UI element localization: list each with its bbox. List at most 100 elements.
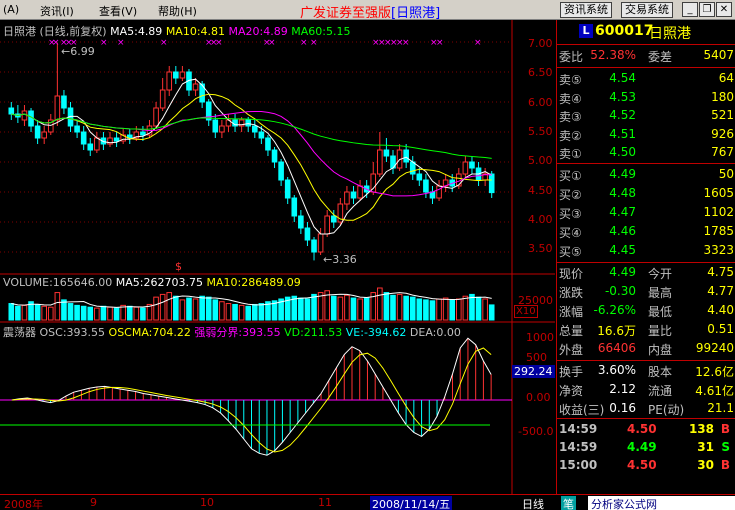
candle-body xyxy=(350,191,357,199)
ask-row-value2: 767 xyxy=(711,145,734,159)
tick-time: 15:00 xyxy=(559,458,598,472)
weibi-label: 委比 xyxy=(559,50,584,64)
app-title-prefix: 广发证券至强版 xyxy=(300,6,392,21)
quote-panel: L 600017 日照港 委比 52.38% 委差 5407 卖⑤ 4.54 64 卖… xyxy=(556,20,735,494)
bid-row-value2: 1785 xyxy=(703,224,734,238)
candle-body xyxy=(284,179,291,199)
fundamental-row-label2: 流通 xyxy=(648,384,673,398)
osc-axis-label: 500 xyxy=(526,351,547,364)
volume-bar xyxy=(350,297,357,321)
volume-bar xyxy=(357,298,363,321)
stat-row-value2: 99240 xyxy=(695,341,734,355)
trade-system-button[interactable]: 交易系统 xyxy=(621,2,673,18)
volume-unit-badge: X10 xyxy=(514,305,538,318)
stock-header: L 600017 日照港 xyxy=(557,22,735,42)
price-axis-label: 4.50 xyxy=(528,183,553,197)
menu-item-news[interactable]: 资讯(I) xyxy=(40,3,74,19)
volume-bar xyxy=(383,292,390,321)
candle-body xyxy=(80,131,87,145)
signal-mark-icon: × xyxy=(436,38,444,48)
tick-price: 4.49 xyxy=(627,440,657,454)
volume-bar xyxy=(41,305,47,321)
ask-row: 卖⑤ 4.54 64 xyxy=(557,71,735,89)
stat-row-value2: 4.40 xyxy=(707,303,734,317)
candle-body xyxy=(21,110,28,121)
ask-row-value2: 521 xyxy=(711,108,734,122)
price-axis-label: 6.00 xyxy=(528,95,553,109)
volume-bar xyxy=(219,301,225,321)
fundamental-row: 收益(三) 0.16 PE(动) 21.1 xyxy=(557,401,735,419)
candle-body xyxy=(179,71,186,79)
volume-bar xyxy=(456,298,462,321)
menu-item-a[interactable]: (A) xyxy=(3,3,19,16)
period-label[interactable]: 日线 xyxy=(522,496,544,510)
stat-row: 外盘 66406 内盘 99240 xyxy=(557,341,735,359)
volume-bar xyxy=(442,297,449,321)
tick-row: 15:00 4.50 30 B xyxy=(557,458,735,476)
volume-bar xyxy=(416,298,423,321)
volume-bar xyxy=(344,294,350,321)
stat-row-label2: 今开 xyxy=(648,267,673,281)
fundamental-row-value: 2.12 xyxy=(609,382,636,396)
weibi-row: 委比 52.38% 委差 5407 xyxy=(557,48,735,66)
stat-row-value2: 0.51 xyxy=(707,322,734,336)
annotation-low: ←3.36 xyxy=(323,253,357,266)
volume-bar xyxy=(377,287,383,321)
volume-bar xyxy=(390,294,396,321)
timeline-oct: 10 xyxy=(200,496,214,509)
candle-body xyxy=(61,95,67,109)
legend-osc: OSC:393.55 xyxy=(39,326,106,339)
stat-row: 涨幅 -6.26% 最低 4.40 xyxy=(557,303,735,321)
separator xyxy=(557,360,735,361)
legend-osc-name: 震荡器 xyxy=(3,326,36,339)
stat-row-label2: 最高 xyxy=(648,286,673,300)
bid-row: 买③ 4.47 1102 xyxy=(557,205,735,223)
volume-legend: VOLUME:165646.00 MA5:262703.75 MA10:2864… xyxy=(3,276,301,289)
watermark: 分析家公式网www.88gg.com xyxy=(588,496,735,510)
signal-mark-icon: × xyxy=(300,38,308,48)
restore-icon[interactable]: ❐ xyxy=(699,2,715,17)
chart-area[interactable]: × × × × × × × × × × × × × × × × × × × × × × × × 日照港 (日线,前复权) MA… xyxy=(0,20,555,494)
volume-bar xyxy=(173,295,179,321)
volume-bar xyxy=(126,305,133,321)
volume-bar xyxy=(462,295,469,321)
ask-row: 卖③ 4.52 521 xyxy=(557,108,735,126)
volume-bar xyxy=(80,305,87,321)
volume-bar xyxy=(15,305,21,321)
candle-body xyxy=(166,71,173,91)
candle-body xyxy=(153,107,159,127)
candle-body xyxy=(357,185,363,199)
fundamental-row: 换手 3.60% 股本 12.6亿 xyxy=(557,363,735,381)
stat-row-label2: 内盘 xyxy=(648,343,673,357)
volume-bar xyxy=(403,295,409,321)
annotation-high: ←6.99 xyxy=(61,45,95,58)
volume-bar xyxy=(192,298,199,321)
volume-bar xyxy=(482,298,488,321)
legend-ma5: MA5:4.89 xyxy=(110,25,163,38)
stat-row-value2: 4.77 xyxy=(707,284,734,298)
stat-row-value: 66406 xyxy=(597,341,636,355)
stat-row-value2: 4.75 xyxy=(707,265,734,279)
minimize-icon[interactable]: _ xyxy=(682,2,698,17)
ask-row-value: 4.51 xyxy=(609,126,636,141)
volume-bar xyxy=(298,297,304,321)
signal-mark-icon: × xyxy=(52,38,60,48)
ask-row-label: 卖② xyxy=(559,128,582,143)
ask-row-label: 卖⑤ xyxy=(559,73,582,87)
menu-item-help[interactable]: 帮助(H) xyxy=(158,3,197,19)
volume-bar xyxy=(225,303,232,321)
candle-body xyxy=(251,125,258,133)
volume-bar xyxy=(179,299,186,321)
close-icon[interactable]: ✕ xyxy=(716,2,732,17)
annotation-high-value: 6.99 xyxy=(70,45,95,58)
bid-row-label: 买② xyxy=(559,188,582,202)
fundamental-row-label2: 股本 xyxy=(648,365,673,379)
ask-row: 卖④ 4.53 180 xyxy=(557,90,735,108)
candle-body xyxy=(8,107,15,115)
menu-item-view[interactable]: 查看(V) xyxy=(99,3,137,19)
candle-body xyxy=(173,71,179,79)
pen-button[interactable]: 笔 xyxy=(561,496,576,510)
stat-row-value: 16.6万 xyxy=(597,324,636,338)
info-system-button[interactable]: 资讯系统 xyxy=(560,2,612,18)
kline-chart-svg[interactable]: ×× ××× × × × ××× ×× × × ×××××× ×× × xyxy=(0,20,555,494)
